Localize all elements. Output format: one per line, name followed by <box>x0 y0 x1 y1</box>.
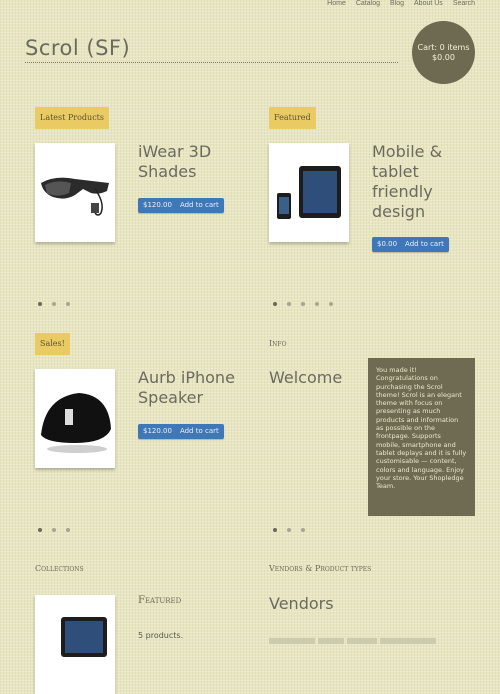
vendor-tag[interactable] <box>269 638 315 644</box>
carousel-dot[interactable] <box>52 528 56 532</box>
speaker-icon <box>41 393 111 453</box>
title-divider <box>25 62 398 63</box>
carousel-dot[interactable] <box>273 528 277 532</box>
featured-add-label: Add to cart <box>405 240 444 248</box>
cart-items-text: Cart: 0 items <box>417 42 470 52</box>
sales-add-to-cart-button[interactable]: $120.00 Add to cart <box>138 424 224 439</box>
latest-products-label: Latest Products <box>35 107 109 129</box>
collections-label: Collections <box>35 564 84 573</box>
carousel-dot[interactable] <box>38 302 42 306</box>
featured-product-title[interactable]: Mobile & tablet friendly design <box>372 142 462 222</box>
sales-product-title[interactable]: Aurb iPhone Speaker <box>138 368 238 408</box>
carousel-dot[interactable] <box>329 302 333 306</box>
vendor-tag[interactable] <box>380 638 436 644</box>
vendor-tag[interactable] <box>318 638 344 644</box>
vendors-title: Vendors <box>269 594 334 613</box>
carousel-dot[interactable] <box>38 528 42 532</box>
carousel-dot[interactable] <box>273 302 277 306</box>
site-title[interactable]: Scrol (SF) <box>25 36 130 60</box>
latest-add-to-cart-button[interactable]: $120.00 Add to cart <box>138 198 224 213</box>
welcome-text: You made it! Congratulations on purchasi… <box>376 366 467 491</box>
latest-price: $120.00 <box>143 201 172 209</box>
nav-blog[interactable]: Blog <box>390 0 404 11</box>
carousel-dot[interactable] <box>287 302 291 306</box>
tablet-image[interactable] <box>269 143 349 242</box>
nav-search[interactable]: Search <box>453 0 475 11</box>
carousel-dot[interactable] <box>301 528 305 532</box>
latest-carousel-dots[interactable] <box>38 302 70 306</box>
featured-carousel-dots[interactable] <box>273 302 333 306</box>
welcome-title: Welcome <box>269 368 343 387</box>
sales-price: $120.00 <box>143 427 172 435</box>
featured-add-to-cart-button[interactable]: $0.00 Add to cart <box>372 237 449 252</box>
tablet-icon <box>61 617 107 657</box>
collection-image[interactable] <box>35 595 115 694</box>
latest-add-label: Add to cart <box>179 201 219 209</box>
collection-count: 5 products. <box>138 631 184 640</box>
nav-about-us[interactable]: About Us <box>414 0 443 11</box>
sales-add-label: Add to cart <box>179 427 219 435</box>
sales-carousel-dots[interactable] <box>38 528 70 532</box>
carousel-dot[interactable] <box>52 302 56 306</box>
cart-total-text: $0.00 <box>432 52 455 62</box>
info-carousel-dots[interactable] <box>273 528 305 532</box>
nav-catalog[interactable]: Catalog <box>356 0 380 11</box>
info-label: Info <box>269 339 287 348</box>
collection-title[interactable]: Featured <box>138 595 181 606</box>
carousel-dot[interactable] <box>315 302 319 306</box>
latest-product-title[interactable]: iWear 3D Shades <box>138 142 238 182</box>
carousel-dot[interactable] <box>66 528 70 532</box>
carousel-dot[interactable] <box>301 302 305 306</box>
tablet-icon <box>277 166 341 219</box>
featured-label: Featured <box>269 107 316 129</box>
top-nav: Home Catalog Blog About Us Search <box>327 0 475 11</box>
vendors-label: Vendors & Product types <box>269 564 372 573</box>
glasses-icon <box>41 177 109 216</box>
sales-label: Sales! <box>35 333 70 355</box>
speaker-image[interactable] <box>35 369 115 468</box>
welcome-info-box: You made it! Congratulations on purchasi… <box>368 358 475 516</box>
iwear-shades-image[interactable] <box>35 143 115 242</box>
carousel-dot[interactable] <box>287 528 291 532</box>
cart-badge[interactable]: Cart: 0 items $0.00 <box>412 21 475 84</box>
nav-home[interactable]: Home <box>327 0 346 11</box>
featured-price: $0.00 <box>377 240 398 248</box>
carousel-dot[interactable] <box>66 302 70 306</box>
vendor-tag[interactable] <box>347 638 377 644</box>
